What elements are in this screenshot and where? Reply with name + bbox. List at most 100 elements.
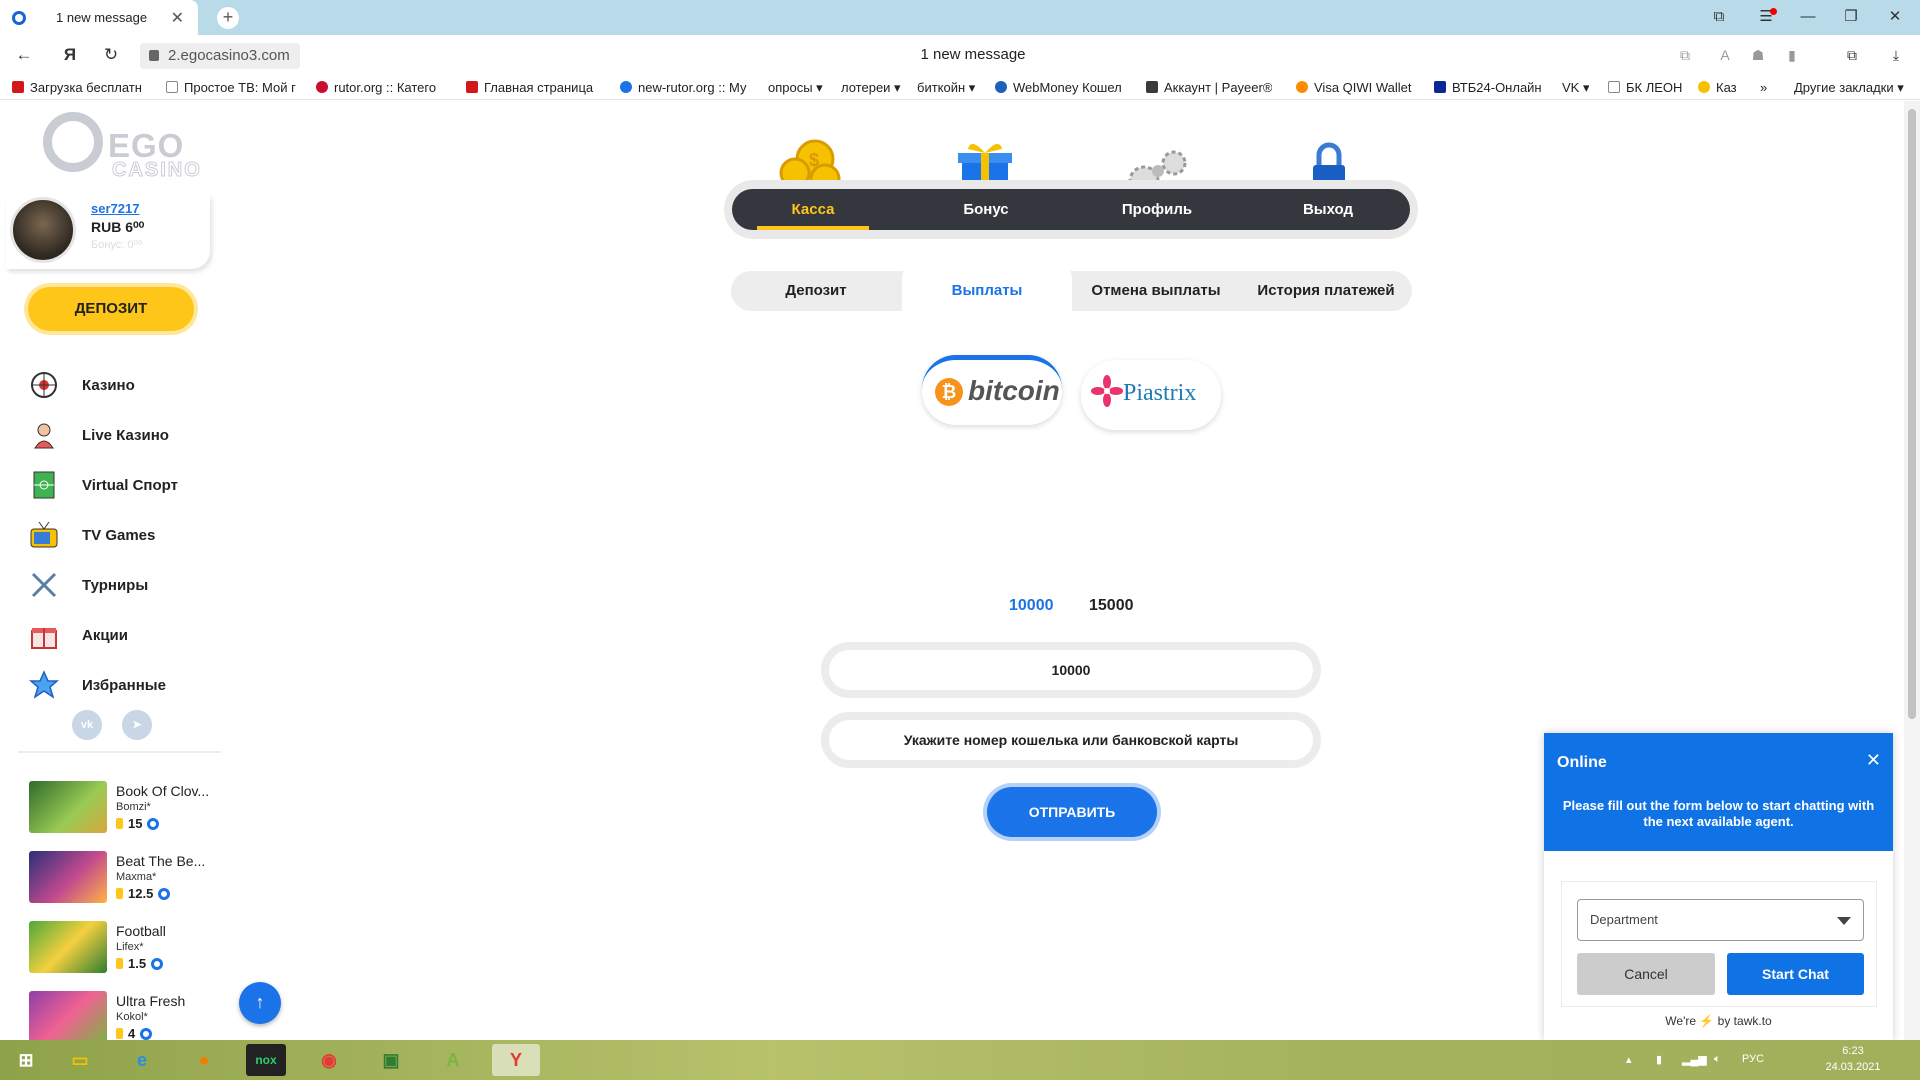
scroll-to-top-button[interactable]: ↑ — [239, 982, 281, 1024]
bookmark-item[interactable]: Аккаунт | Payeer® — [1146, 80, 1272, 95]
amount-input[interactable]: 10000 — [829, 650, 1313, 690]
yandex-browser-icon[interactable]: Y — [492, 1044, 540, 1076]
payment-method-piastrix[interactable]: Piastrix — [1081, 360, 1221, 430]
windows-taskbar: ⊞ ▭ e ● nox ◉ ▣ A Y ▴ ▮ ▂▄▆ 🔈︎ РУС 6:23 … — [0, 1040, 1920, 1080]
bookmark-item[interactable]: Главная страница — [466, 80, 602, 95]
telegram-icon[interactable]: ➤ — [122, 710, 152, 740]
menu-item-promotions[interactable]: Акции — [28, 618, 228, 652]
nav-bonus[interactable]: Бонус — [926, 189, 1046, 230]
browser-tab[interactable]: 1 new message ✕ — [0, 0, 198, 35]
new-tab-button[interactable]: + — [217, 7, 239, 29]
game-name[interactable]: Ultra Fresh — [116, 993, 185, 1009]
menu-item-virtual-sport[interactable]: Virtual Спорт — [28, 468, 228, 502]
bookmark-item[interactable]: rutor.org :: Катего — [316, 80, 450, 95]
menu-item-tournaments[interactable]: Турниры — [28, 568, 228, 602]
avatar[interactable] — [10, 197, 76, 263]
reader-icon[interactable]: ⧉ — [1675, 47, 1695, 65]
tab-deposit[interactable]: Депозит — [731, 271, 901, 311]
menu-item-live-casino[interactable]: Live Казино — [28, 418, 228, 452]
bookmark-item[interactable]: ВТБ24-Онлайн — [1434, 80, 1542, 95]
network-icon[interactable]: ▂▄▆ — [1682, 1053, 1707, 1066]
bookmark-folder[interactable]: VK ▾ — [1562, 80, 1589, 96]
translate-icon[interactable]: A — [1715, 47, 1735, 65]
bookmark-item[interactable]: Каз — [1698, 80, 1737, 95]
cancel-button[interactable]: Cancel — [1577, 953, 1715, 995]
close-tab-icon[interactable]: ✕ — [171, 8, 184, 28]
downloads-icon[interactable]: ⤓ — [1886, 47, 1906, 65]
other-bookmarks-folder[interactable]: Другие закладки ▾ — [1794, 80, 1904, 96]
firefox-icon[interactable]: ● — [184, 1044, 224, 1076]
game-thumbnail[interactable] — [29, 991, 107, 1040]
windows-start-icon[interactable]: ⊞ — [6, 1044, 46, 1076]
language-indicator[interactable]: РУС — [1742, 1053, 1764, 1065]
game-item[interactable]: Beat The Be... Maxma* 12.5 — [29, 851, 219, 903]
more-bookmarks-button[interactable]: » — [1760, 80, 1767, 95]
bookmark-item[interactable]: Загрузка бесплатн — [12, 80, 148, 95]
tab-withdrawals[interactable]: Выплаты — [902, 261, 1072, 311]
game-name[interactable]: Book Of Clov... — [116, 783, 209, 799]
close-window-button[interactable]: ✕ — [1881, 5, 1909, 29]
bookmark-item[interactable]: БК ЛЕОН — [1608, 80, 1682, 95]
menu-item-tv-games[interactable]: TV Games — [28, 518, 228, 552]
protect-icon[interactable]: ☗ — [1748, 47, 1768, 65]
game-item[interactable]: Book Of Clov... Bomzi* 15 — [29, 781, 219, 833]
payment-method-bitcoin[interactable]: ₿ bitcoin — [922, 355, 1062, 425]
user-panel: ser7217 RUB 6⁰⁰ Бонус: 0⁰⁰ — [6, 195, 210, 269]
nav-logout[interactable]: Выход — [1268, 189, 1388, 230]
android-icon[interactable]: A — [433, 1044, 473, 1076]
piastrix-flower-icon — [1091, 375, 1123, 407]
collections-panel-icon[interactable]: ⧉ — [1842, 47, 1862, 65]
menu-item-casino[interactable]: Казино — [28, 368, 228, 402]
clock-date[interactable]: 24.03.2021 — [1813, 1061, 1893, 1073]
scrollbar-thumb[interactable] — [1908, 109, 1916, 719]
game-thumbnail[interactable] — [29, 921, 107, 973]
vk-icon[interactable]: vk — [72, 710, 102, 740]
balance: RUB 6⁰⁰ — [91, 219, 145, 235]
menu-icon[interactable]: ☰ — [1752, 5, 1780, 29]
battery-icon[interactable]: ▮ — [1656, 1053, 1662, 1066]
menu-item-favorites[interactable]: Избранные — [28, 668, 228, 702]
username-link[interactable]: ser7217 — [91, 201, 139, 216]
bookmark-folder[interactable]: опросы ▾ — [768, 80, 823, 96]
game-item[interactable]: Ultra Fresh Kokol* 4 — [29, 991, 219, 1040]
chrome-icon[interactable]: ◉ — [309, 1044, 349, 1076]
max-amount[interactable]: 15000 — [1089, 597, 1134, 615]
tawk-branding[interactable]: We're ⚡ by tawk.to — [1544, 1014, 1893, 1028]
store-icon[interactable]: ▣ — [371, 1044, 411, 1076]
ie-icon[interactable]: e — [122, 1044, 162, 1076]
game-item[interactable]: Football Lifex* 1.5 — [29, 921, 219, 973]
casino-logo[interactable]: EGO CASINO — [40, 109, 200, 197]
page-scrollbar[interactable] — [1904, 101, 1920, 1040]
tray-arrow-icon[interactable]: ▴ — [1626, 1053, 1632, 1066]
game-thumbnail[interactable] — [29, 851, 107, 903]
menu-label: Избранные — [82, 676, 166, 694]
bookmark-folder[interactable]: лотереи ▾ — [841, 80, 901, 96]
nav-profile[interactable]: Профиль — [1097, 189, 1217, 230]
bookmark-item[interactable]: WebMoney Кошел — [995, 80, 1135, 95]
minimize-button[interactable]: — — [1794, 5, 1822, 29]
close-icon[interactable]: ✕ — [1866, 750, 1881, 771]
nav-cashier[interactable]: Касса — [753, 189, 873, 230]
nox-icon[interactable]: nox — [246, 1044, 286, 1076]
bookmark-icon[interactable]: ▮ — [1782, 47, 1802, 65]
wallet-input[interactable]: Укажите номер кошелька или банковской ка… — [829, 720, 1313, 760]
deposit-button[interactable]: ДЕПОЗИТ — [28, 287, 194, 331]
tab-payment-history[interactable]: История платежей — [1241, 271, 1411, 311]
tab-cancel-withdrawal[interactable]: Отмена выплаты — [1071, 271, 1241, 311]
submit-button[interactable]: ОТПРАВИТЬ — [987, 787, 1157, 837]
game-name[interactable]: Football — [116, 923, 166, 939]
restore-button[interactable]: ❐ — [1837, 5, 1865, 29]
bookmark-item[interactable]: Простое ТВ: Мой г — [166, 80, 296, 95]
game-thumbnail[interactable] — [29, 781, 107, 833]
collections-icon[interactable]: ⧉ — [1705, 5, 1733, 29]
bookmark-folder[interactable]: биткойн ▾ — [917, 80, 975, 96]
department-select[interactable]: Department — [1577, 899, 1864, 941]
bookmark-item[interactable]: Visa QIWI Wallet — [1296, 80, 1412, 95]
volume-icon[interactable]: 🔈︎ — [1714, 1053, 1721, 1066]
game-name[interactable]: Beat The Be... — [116, 853, 205, 869]
start-chat-button[interactable]: Start Chat — [1727, 953, 1864, 995]
bookmark-item[interactable]: new-rutor.org :: Му — [620, 80, 754, 95]
min-amount[interactable]: 10000 — [1009, 597, 1054, 615]
clock-time[interactable]: 6:23 — [1813, 1045, 1893, 1057]
file-explorer-icon[interactable]: ▭ — [60, 1044, 100, 1076]
